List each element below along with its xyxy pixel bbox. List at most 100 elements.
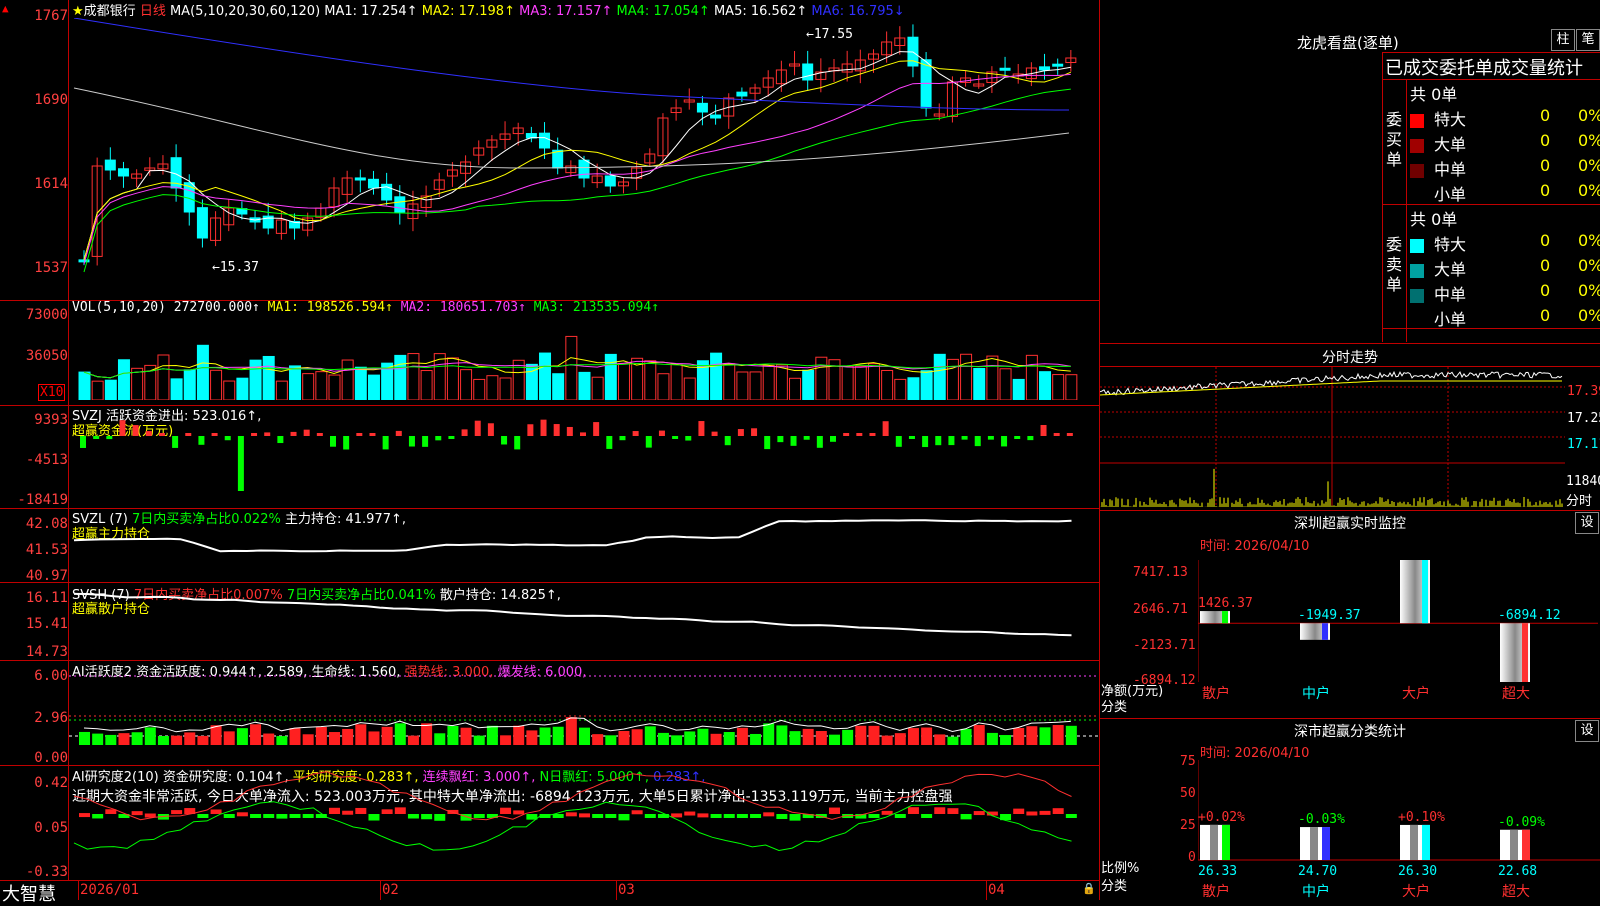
- bar-mode-button[interactable]: 柱: [1551, 29, 1575, 51]
- sell-row: 特大 0 0%: [1410, 231, 1600, 255]
- svzj-bar: [251, 433, 258, 436]
- ai2-bar: [223, 814, 235, 818]
- volume-bar: [789, 377, 802, 400]
- period-label[interactable]: 日线: [140, 4, 166, 19]
- ai1-bar: [368, 731, 380, 745]
- svzj-bar: [408, 436, 415, 447]
- ai2-bar: [565, 812, 577, 817]
- szcls-bar-accent: [1422, 824, 1430, 860]
- ai2-bar: [368, 814, 380, 821]
- candle-body: [920, 59, 932, 109]
- vol-unit-badge[interactable]: X10: [38, 384, 66, 401]
- ai2-axis-3: -0.33: [25, 864, 68, 880]
- svzj-bar: [145, 431, 152, 436]
- candle-body: [578, 159, 590, 179]
- szmon-axis-2: 2646.71: [1133, 602, 1188, 617]
- svzj-bar: [1014, 436, 1021, 439]
- svzj-bar: [724, 436, 731, 446]
- ai1-bar: [1039, 727, 1051, 745]
- main-axis-2: 1690: [34, 92, 68, 108]
- ai2-bar: [421, 814, 433, 820]
- volume-bar: [170, 378, 183, 400]
- svzj-bar: [632, 431, 639, 436]
- buy-color-swatch: [1410, 189, 1424, 203]
- candlestick-chart[interactable]: [69, 18, 1099, 300]
- volume-bar: [762, 364, 775, 400]
- szmon-bar-accent: [1222, 611, 1228, 624]
- intraday-chart[interactable]: [1100, 367, 1565, 507]
- ai2-bar: [434, 814, 446, 821]
- sell-percent: 0%: [1578, 256, 1600, 275]
- szmon-value-label: 1426.37: [1198, 596, 1253, 611]
- szcls-bar-shade: [1410, 824, 1418, 860]
- ai1-bar: [131, 732, 143, 745]
- szcls-date: 时间: 2026/04/10: [1200, 746, 1310, 761]
- svzj-bar: [593, 422, 600, 436]
- ai2-bar: [276, 814, 288, 819]
- volume-bar: [407, 353, 420, 400]
- ai1-bar: [960, 728, 972, 745]
- ai1-axis-2: 2.96: [34, 710, 68, 726]
- ai1-bar: [513, 725, 525, 745]
- ai1-bar: [342, 728, 354, 745]
- sell-color-swatch: [1410, 314, 1424, 328]
- volume-bar: [1065, 374, 1078, 400]
- candle-body: [539, 132, 551, 149]
- ai1-bar: [157, 736, 169, 745]
- ai2-bar: [263, 814, 275, 818]
- ai1-bar: [881, 735, 893, 745]
- buy-count: 0: [1540, 106, 1551, 125]
- svzj-bar: [290, 431, 297, 436]
- volume-bar: [249, 359, 262, 400]
- volume-bar: [315, 371, 328, 400]
- szcls-axis-2: 50: [1180, 786, 1196, 801]
- svzj-bar: [803, 436, 810, 440]
- volume-bar: [78, 371, 91, 400]
- szcls-value-label: 22.68: [1498, 864, 1537, 879]
- szcls-bar-accent: [1222, 824, 1230, 860]
- date-label-1: 2026/01: [80, 882, 140, 898]
- vol-ma1: MA1: 198526.594↑: [267, 300, 393, 315]
- ai1-bar: [921, 727, 933, 745]
- szcls-value-label: 24.70: [1298, 864, 1337, 879]
- svzl-axis-1: 42.08: [25, 516, 68, 532]
- szmon-settings-button[interactable]: 设: [1575, 512, 1599, 534]
- volume-bar: [1052, 374, 1065, 400]
- ai2-bar: [579, 813, 590, 818]
- sell-percent: 0%: [1578, 231, 1600, 250]
- sell-name: 中单: [1434, 285, 1467, 304]
- ai1-bar: [815, 730, 827, 745]
- volume-bar: [262, 355, 275, 400]
- tick-mode-button[interactable]: 笔: [1576, 29, 1600, 51]
- svzj-chart: [80, 419, 1073, 491]
- ai1-bar: [236, 728, 248, 745]
- ai2-bar: [763, 812, 775, 817]
- ai1-bar: [684, 731, 696, 745]
- svzj-bar: [474, 420, 481, 436]
- ma-label: MA(5,10,20,30,60,120): [169, 4, 321, 19]
- sell-row: 大单 0 0%: [1410, 256, 1600, 280]
- szmon-bar-accent: [1522, 623, 1528, 682]
- volume-bar: [644, 360, 657, 400]
- szcls-settings-button[interactable]: 设: [1575, 720, 1599, 742]
- ai1-bar: [973, 724, 985, 745]
- ai1-chart: [69, 675, 1099, 745]
- volume-bar: [117, 359, 130, 400]
- sell-color-swatch: [1410, 288, 1424, 303]
- ai2-bar: [236, 812, 248, 817]
- svzj-bar: [1053, 433, 1060, 436]
- svsh-axis-1: 16.11: [25, 590, 68, 606]
- volume-bar: [446, 357, 459, 400]
- date-label-4: 04: [988, 882, 1005, 898]
- favorite-star-icon[interactable]: ★: [72, 4, 84, 19]
- ai1-bar: [381, 726, 393, 745]
- ai2-bar: [210, 809, 222, 814]
- szmon-date: 时间: 2026/04/10: [1200, 539, 1310, 554]
- ai1-bar: [92, 733, 104, 745]
- svzj-bar: [527, 424, 534, 436]
- szmon-category-label: 中户: [1302, 685, 1330, 702]
- buy-percent: 0%: [1578, 181, 1600, 200]
- szcls-change-label: +0.10%: [1398, 810, 1445, 825]
- ai2-bar: [592, 814, 604, 818]
- lock-icon[interactable]: 🔒: [1082, 882, 1096, 895]
